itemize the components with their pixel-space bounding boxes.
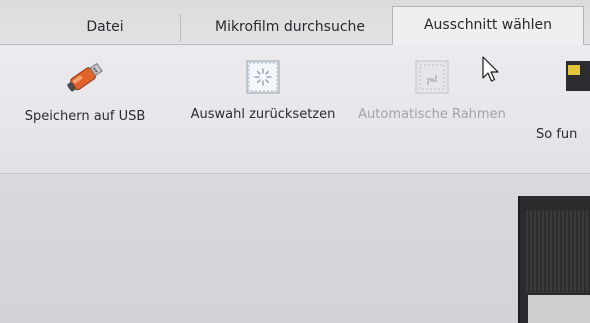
reset-selection-label: Auswahl zurücksetzen xyxy=(190,107,336,122)
tab-datei[interactable]: Datei xyxy=(40,10,170,44)
microfilm-image xyxy=(526,210,590,293)
help-label: So fun xyxy=(536,127,578,142)
reset-selection-button[interactable]: Auswahl zurücksetzen xyxy=(178,59,348,122)
tab-strip: Datei Mikrofilm durchsuche Ausschnitt wä… xyxy=(0,0,590,47)
tab-separator xyxy=(180,14,181,42)
auto-frame-label: Automatische Rahmen xyxy=(358,107,506,122)
app-window: Datei Mikrofilm durchsuche Ausschnitt wä… xyxy=(0,0,590,323)
auto-frame-icon xyxy=(415,60,449,94)
save-to-usb-button[interactable]: Speichern auf USB xyxy=(10,59,160,124)
usb-stick-icon xyxy=(67,62,103,92)
tab-mikrofilm-durchsuchen[interactable]: Mikrofilm durchsuche xyxy=(200,10,380,44)
preview-bottom-panel xyxy=(528,295,590,323)
reset-selection-icon xyxy=(246,60,280,94)
tab-ausschnitt-waehlen[interactable]: Ausschnitt wählen xyxy=(392,6,584,47)
ribbon-toolbar: Speichern auf USB Auswahl zurücksetzen A… xyxy=(0,45,590,174)
help-book-icon xyxy=(566,61,590,91)
save-to-usb-label: Speichern auf USB xyxy=(24,109,146,124)
mouse-pointer-icon xyxy=(482,56,499,82)
help-button[interactable]: So fun xyxy=(536,55,590,142)
microfilm-preview[interactable] xyxy=(518,196,590,323)
main-content-area xyxy=(0,174,590,323)
